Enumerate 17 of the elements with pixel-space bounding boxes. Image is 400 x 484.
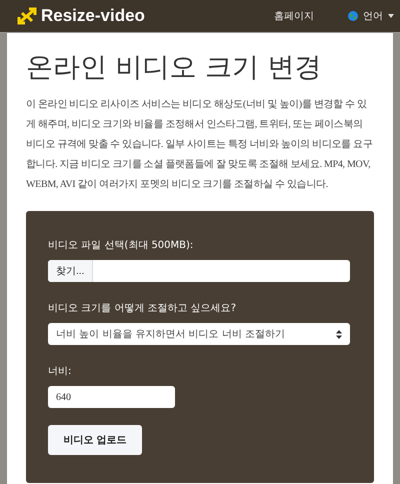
caret-icon [388, 14, 394, 18]
upload-button[interactable]: 비디오 업로드 [48, 425, 142, 455]
file-input[interactable]: 찾기... [48, 260, 350, 282]
width-label: 너비: [48, 365, 72, 378]
page-title: 온라인 비디오 크기 변경 [26, 51, 323, 85]
resize-mode-select[interactable]: 너비 높이 비율을 유지하면서 비디오 너비 조절하기 [48, 323, 350, 345]
description: 이 온라인 비디오 리사이즈 서비스는 비디오 해상도(너비 및 높이)를 변경할 수 있게 해주며, 비디오 크기와 비율를 조정해서 인스타그램, 트위터, 또는 페이스북의 비디오 규격에 맞출 수 있습니다. 일부 사이트는 특정 너비와 높이의 비디오를 요구합니다. 지금 비디오 크기를 소셜 플랫폼들에 잘 맞도록 조절해 보세요. MP4, MOV, WEBM, AVI 같이 여러가지 포멧의 비디오 크기를 조절하실 수 있습니다. [26, 98, 374, 192]
updown-icon [336, 330, 342, 338]
site-logo[interactable]: Resize-video [41, 6, 145, 26]
resize-mode-label: 비디오 크기를 어떻게 조절하고 싶으세요? [48, 302, 236, 315]
browse-button[interactable]: 찾기... [48, 260, 94, 282]
home-link[interactable]: 홈페이지 [274, 9, 314, 23]
resize-arrows-icon [17, 7, 37, 25]
file-label: 비디오 파일 선택(최대 500MB): [48, 239, 194, 252]
language-menu[interactable]: 언어 [363, 9, 383, 23]
globe-icon [348, 11, 358, 21]
width-input[interactable]: 640 [48, 386, 175, 408]
